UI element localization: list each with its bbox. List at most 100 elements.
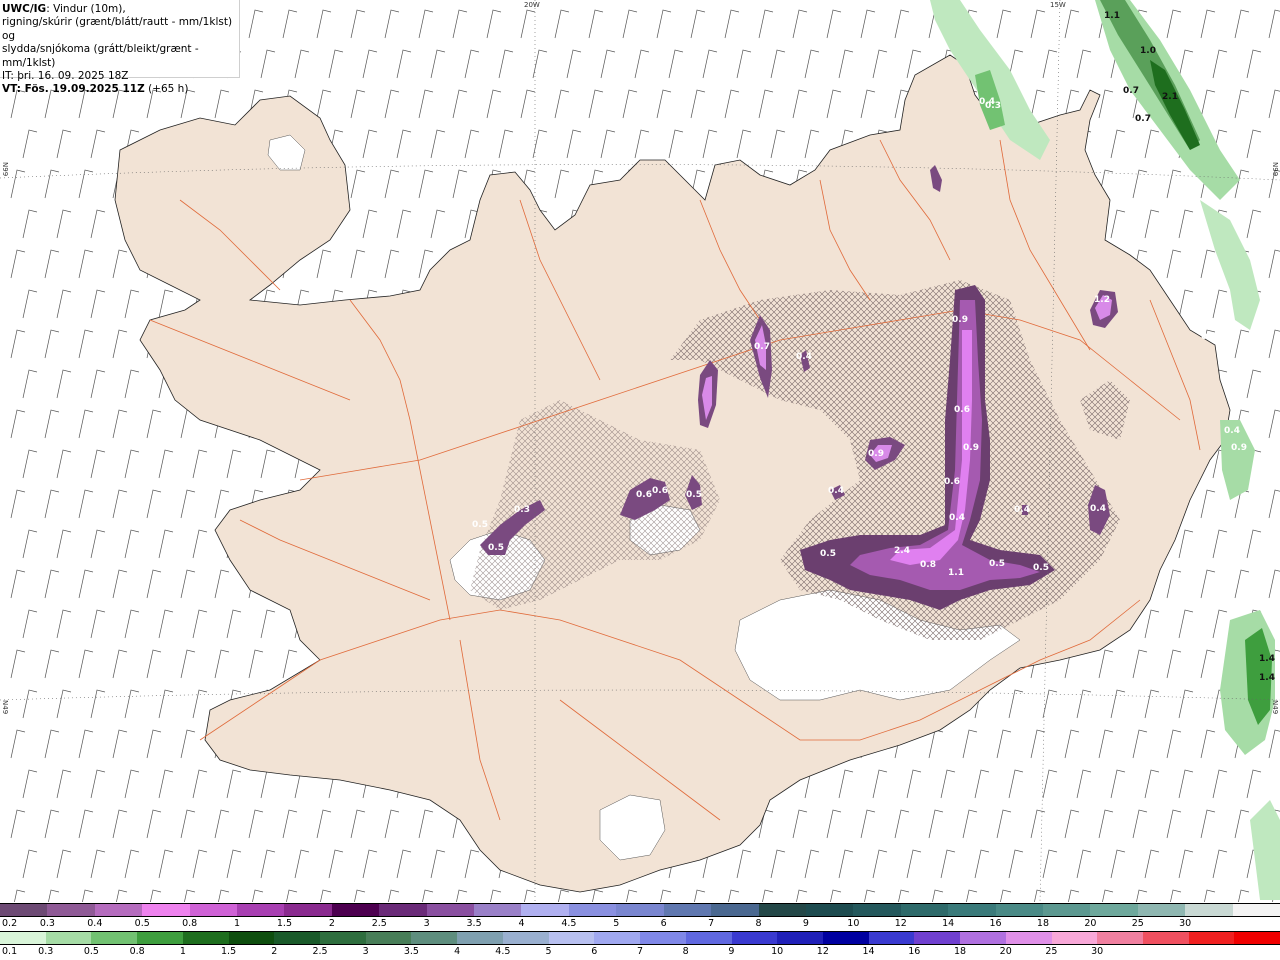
wind-barb [124, 529, 140, 559]
legend-tick-label: 25 [1131, 918, 1144, 929]
legend-tick-label: 7 [708, 918, 715, 929]
wind-barb [694, 889, 706, 902]
legend-tick-label: 1 [179, 946, 186, 957]
wind-barb [354, 889, 366, 902]
wind-barb [430, 49, 446, 79]
wind-barb [78, 809, 94, 839]
wind-barb [724, 9, 740, 39]
wind-barb [294, 49, 310, 79]
lat-label-66n-left: N99 [1, 162, 9, 177]
wind-barb [124, 849, 140, 879]
wind-barb [1234, 809, 1250, 839]
wind-barb [1110, 209, 1126, 239]
wind-barb [1200, 249, 1216, 279]
legend-tick-label: 3.5 [403, 946, 419, 957]
wind-barb [1000, 889, 1012, 902]
wind-barb [520, 9, 536, 39]
legend-tick-label: 8 [755, 918, 762, 929]
legend-tick-label: 2.5 [312, 946, 328, 957]
wind-barb [226, 609, 242, 639]
wind-barb [898, 889, 910, 902]
snow-value-label: 0.6 [636, 490, 652, 500]
wind-barb [524, 889, 536, 902]
wind-barb [90, 609, 106, 639]
wind-barb [82, 889, 94, 902]
wind-barb [464, 129, 480, 159]
legend-tick-label: 7 [636, 946, 644, 957]
legend-tick-label: 9 [802, 918, 809, 929]
rain-value-label: 1.4 [1259, 654, 1275, 664]
wind-barb [1144, 769, 1160, 799]
wind-barb [1246, 369, 1262, 399]
wind-barb [894, 809, 910, 839]
wind-barb [1234, 89, 1250, 119]
wind-barb [44, 489, 60, 519]
wind-barb [792, 89, 808, 119]
wind-barb [430, 209, 446, 239]
legend-snow: 0.2 0.3 0.4 0.5 0.8 1 1.5 2 2.5 3 3.5 4 4.5 5 6 7 8 9 10 12… [0, 903, 1280, 931]
wind-barb [1200, 649, 1216, 679]
wind-barb [124, 369, 140, 399]
legend-tick-label: 1 [234, 918, 241, 929]
wind-barb [184, 889, 196, 902]
legend-swatch [45, 932, 92, 944]
rain-value-label: 1.1 [1104, 11, 1120, 21]
wind-barb [656, 89, 672, 119]
legend-tick-label: 8 [682, 946, 689, 957]
wind-barb [1166, 9, 1182, 39]
snow-value-label: 0.6 [944, 477, 960, 487]
lat-label-64n-right: N49 [1271, 700, 1279, 715]
legend-swatch [521, 904, 569, 916]
legend-tick-label: 10 [771, 946, 784, 957]
wind-barb [22, 209, 38, 239]
wind-barb [860, 9, 876, 39]
snow-value-label: 0.4 [1090, 504, 1106, 514]
wind-barb [1246, 529, 1262, 559]
wind-barb [56, 129, 72, 159]
wind-barb [90, 369, 106, 399]
wind-barb [192, 769, 208, 799]
legend-swatch [948, 904, 996, 916]
wind-barb [1268, 409, 1280, 439]
wind-barb [1212, 849, 1228, 879]
wind-barb [90, 449, 106, 479]
wind-barb [996, 809, 1012, 839]
wind-barb [384, 89, 400, 119]
wind-barb [214, 569, 230, 599]
legend-swatch [822, 932, 869, 944]
wind-barb [1212, 769, 1228, 799]
wind-barb [804, 129, 820, 159]
legend-tick-label: 12 [816, 946, 829, 957]
legend-tick-label: 1.5 [221, 946, 237, 957]
wind-barb [22, 609, 38, 639]
legend-tick-label: 4 [454, 946, 461, 957]
wind-barb [150, 889, 162, 902]
wind-barb [452, 169, 468, 199]
wind-barb [146, 649, 162, 679]
wind-barb [1234, 569, 1250, 599]
wind-barb [1076, 49, 1092, 79]
legend-tick-label: 0.8 [182, 918, 198, 929]
legend-swatch [1097, 932, 1143, 944]
wind-barb [558, 889, 570, 902]
rain-value-label: 2.1 [1162, 92, 1178, 102]
wind-barb [316, 9, 332, 39]
wind-barb [974, 849, 990, 879]
wind-barb [248, 809, 264, 839]
wind-barb [22, 769, 38, 799]
wind-barb [1132, 649, 1148, 679]
wind-barb [90, 129, 106, 159]
wind-barb [1136, 889, 1148, 902]
wind-barb [1246, 129, 1262, 159]
wind-barb [350, 169, 366, 199]
legend-tick-label: 20 [1084, 918, 1097, 929]
wind-barb [44, 169, 60, 199]
wind-barb [826, 89, 842, 119]
snow-value-label: 0.8 [1201, 332, 1217, 342]
wind-barb [804, 849, 820, 879]
wind-barb [1098, 649, 1114, 679]
wind-barb [1268, 329, 1280, 359]
legend-rain-bar [0, 931, 1280, 945]
legend-tick-label: 1.5 [276, 918, 292, 929]
wind-barb [56, 689, 72, 719]
